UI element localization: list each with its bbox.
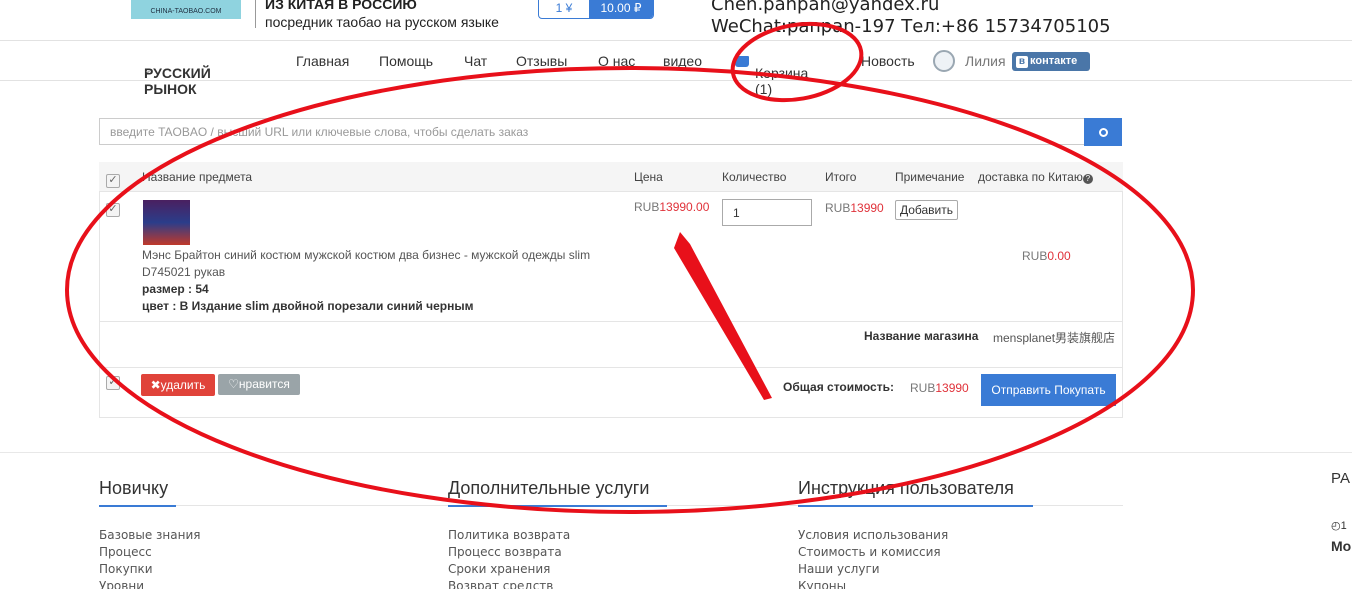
footer-link[interactable]: Процесс (99, 545, 152, 559)
footer-link[interactable]: Процесс возврата (448, 545, 562, 559)
nav-item-home[interactable]: Главная (296, 53, 349, 69)
nav-item-help[interactable]: Помощь (379, 53, 433, 69)
item-total: RUB13990 (825, 201, 884, 215)
footer-link[interactable]: Условия использования (798, 528, 948, 542)
nav-item-reviews[interactable]: Отзывы (516, 53, 567, 69)
site-logo[interactable]: CHINA-TAOBAO.COM (131, 0, 241, 19)
footer-title-underline (667, 505, 798, 506)
close-icon: ✖ (150, 378, 161, 392)
total-cost-label: Общая стоимость: (783, 380, 894, 394)
contact-wechat-phone: WeChat:panpan-197 Тел:+86 15734705105 (711, 16, 1111, 37)
chevron-down-icon: ⌄ (144, 65, 152, 75)
footer-link[interactable]: Сроки хранения (448, 562, 550, 576)
cart-table-header (99, 162, 1123, 192)
item-price: RUB13990.00 (634, 200, 709, 214)
cart-label: Корзина (1) (755, 65, 809, 97)
nav-item-about[interactable]: О нас (598, 53, 635, 69)
product-color: цвет : В Издание slim двойной порезали с… (142, 299, 474, 313)
rate-rub: 10.00 ₽ (589, 0, 653, 18)
product-size: размер : 54 (142, 282, 209, 296)
nav-item-video[interactable]: видео (663, 53, 702, 69)
site-tagline: ИЗ КИТАЯ В РОССИЮ посредник таобао на ру… (265, 0, 499, 31)
footer-link[interactable]: Политика возврата (448, 528, 570, 542)
col-shipping-label: доставка по Китаю (978, 170, 1083, 184)
search-icon (1098, 128, 1108, 137)
china-shipping-cost: RUB0.00 (1022, 249, 1071, 263)
footer-link[interactable]: Купоны (798, 579, 846, 589)
product-thumbnail[interactable] (143, 200, 190, 245)
delete-button[interactable]: ✖удалить (141, 374, 215, 396)
heart-icon: ♡ (228, 377, 239, 391)
vk-login-button[interactable]: в контакте (1012, 52, 1090, 71)
footer-title-underline (1033, 505, 1123, 506)
nav-item-chat[interactable]: Чат (464, 53, 487, 69)
footer-link[interactable]: Возврат средств (448, 579, 553, 589)
item-checkbox[interactable]: ✓ (106, 203, 120, 217)
tagline-line2: посредник таобао на русском языке (265, 14, 499, 30)
footer-link[interactable]: Наши услуги (798, 562, 880, 576)
row-divider (100, 367, 1122, 368)
total-currency: RUB (910, 381, 936, 395)
select-all-checkbox[interactable]: ✓ (106, 174, 120, 188)
nav-bottom-border (0, 80, 1352, 81)
footer-edge-heading: РА (1331, 470, 1351, 487)
main-nav: РУССКИЙ РЫНОК ⌄ Главная Помощь Чат Отзывы… (0, 41, 1352, 97)
nav-market-label: РУССКИЙ РЫНОК (144, 65, 211, 97)
rate-yuan: 1 ¥ (555, 1, 573, 15)
help-icon[interactable]: ? (1082, 174, 1093, 184)
col-total-header: Итого (825, 170, 857, 184)
vk-icon: в (1016, 56, 1028, 68)
item-price-currency: RUB (634, 200, 660, 214)
clock-icon: ◴1 (1331, 520, 1347, 532)
row-divider (100, 321, 1122, 322)
item-total-currency: RUB (825, 201, 851, 215)
cart-icon (735, 56, 749, 67)
bottom-select-all-checkbox[interactable]: ✓ (106, 376, 120, 390)
tagline-line1: ИЗ КИТАЯ В РОССИЮ (265, 0, 417, 12)
nav-user-name[interactable]: Лилия (965, 53, 1006, 69)
contact-info: Chen.panpan@yandex.ru WeChat:panpan-197 … (711, 0, 1111, 38)
total-cost: RUB13990 (910, 381, 969, 395)
user-avatar-icon[interactable] (933, 50, 955, 72)
footer-link[interactable]: Уровни (99, 579, 144, 589)
search-input[interactable]: введите TAOBAO / высший URL или ключевые… (99, 118, 1085, 145)
header-divider (255, 0, 256, 28)
shop-name[interactable]: mensplanet男装旗舰店 (993, 329, 1115, 346)
shipping-currency: RUB (1022, 249, 1048, 263)
footer-divider (0, 452, 1352, 453)
logo-text: CHINA-TAOBAO.COM (150, 8, 222, 15)
submit-purchase-button[interactable]: Отправить Покупать (981, 374, 1116, 406)
shipping-value: 0.00 (1047, 249, 1071, 263)
add-note-button[interactable]: Добавить (895, 200, 958, 220)
search-button[interactable] (1084, 118, 1122, 146)
item-total-value: 13990 (850, 201, 884, 215)
favorite-label: нравится (238, 377, 290, 391)
contact-email: Chen.panpan@yandex.ru (711, 0, 940, 15)
shop-label: Название магазина (864, 329, 979, 343)
footer-link[interactable]: Базовые знания (99, 528, 201, 542)
vk-label: контакте (1030, 55, 1078, 67)
col-name-header: Название предмета (142, 170, 253, 184)
page: CHINA-TAOBAO.COM ИЗ КИТАЯ В РОССИЮ посре… (0, 0, 1352, 589)
col-shipping-header: доставка по Китаю? (978, 170, 1093, 184)
nav-item-news[interactable]: Новость (861, 53, 915, 69)
nav-cart[interactable]: Корзина (1) (735, 53, 808, 97)
col-price-header: Цена (634, 170, 663, 184)
delete-label: удалить (160, 378, 206, 392)
quantity-input[interactable]: 1 (722, 199, 812, 226)
favorite-button[interactable]: ♡нравится (218, 374, 300, 395)
col-note-header: Примечание (895, 170, 965, 184)
footer-title-underline (176, 505, 448, 506)
footer-edge-text: Мо (1331, 538, 1352, 554)
total-value: 13990 (935, 381, 969, 395)
col-qty-header: Количество (722, 170, 787, 184)
footer-col3-title: Инструкция пользователя (798, 478, 1033, 507)
product-name[interactable]: Мэнс Брайтон синий костюм мужской костюм… (142, 247, 612, 281)
item-price-value: 13990.00 (659, 200, 710, 214)
footer-col2-title: Дополнительные услуги (448, 478, 667, 507)
footer-col1-title: Новичку (99, 478, 176, 507)
exchange-rate-widget: 1 ¥ 10.00 ₽ (538, 0, 654, 19)
footer-link[interactable]: Покупки (99, 562, 153, 576)
footer-link[interactable]: Стоимость и комиссия (798, 545, 941, 559)
